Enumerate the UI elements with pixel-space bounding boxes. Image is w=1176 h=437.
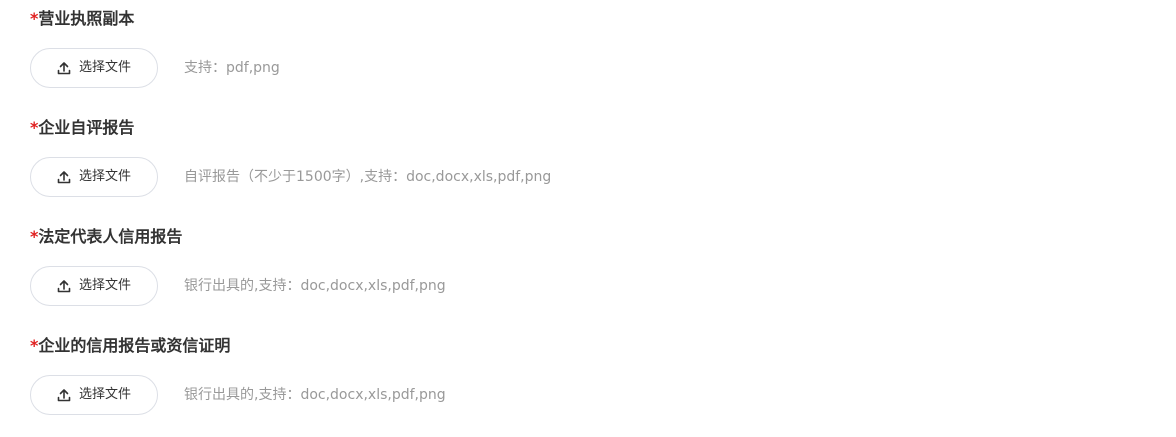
field-label: *营业执照副本	[30, 8, 134, 30]
choose-file-label: 选择文件	[78, 278, 131, 293]
field-label-text: 营业执照副本	[38, 9, 135, 28]
upload-icon	[57, 388, 71, 402]
choose-file-button[interactable]: 选择文件	[30, 375, 158, 415]
field-label-text: 企业的信用报告或资信证明	[38, 336, 231, 355]
upload-icon	[57, 279, 71, 293]
upload-icon	[57, 170, 71, 184]
upload-form: *营业执照副本 选择文件 支持：pdf,png *企业自评报告 选择文件 自评报…	[0, 0, 1176, 433]
choose-file-button[interactable]: 选择文件	[30, 48, 158, 88]
field-label: *法定代表人信用报告	[30, 226, 182, 248]
field-label: *企业自评报告	[30, 117, 134, 139]
upload-icon	[57, 61, 71, 75]
field-legal-rep-credit-report: *法定代表人信用报告 选择文件 银行出具的,支持：doc,docx,xls,pd…	[30, 218, 1130, 328]
field-business-license: *营业执照副本 选择文件 支持：pdf,png	[30, 0, 1130, 110]
file-type-hint: 银行出具的,支持：doc,docx,xls,pdf,png	[184, 278, 446, 294]
field-label: *企业的信用报告或资信证明	[30, 335, 230, 357]
field-label-text: 法定代表人信用报告	[38, 227, 183, 246]
file-type-hint: 银行出具的,支持：doc,docx,xls,pdf,png	[184, 387, 446, 403]
file-type-hint: 支持：pdf,png	[184, 60, 280, 76]
file-type-hint: 自评报告（不少于1500字）,支持：doc,docx,xls,pdf,png	[184, 169, 552, 185]
choose-file-button[interactable]: 选择文件	[30, 266, 158, 306]
field-self-assessment-report: *企业自评报告 选择文件 自评报告（不少于1500字）,支持：doc,docx,…	[30, 109, 1130, 219]
field-company-credit-report: *企业的信用报告或资信证明 选择文件 银行出具的,支持：doc,docx,xls…	[30, 327, 1130, 437]
choose-file-label: 选择文件	[78, 60, 131, 75]
choose-file-label: 选择文件	[78, 169, 131, 184]
choose-file-label: 选择文件	[78, 387, 131, 402]
field-label-text: 企业自评报告	[38, 118, 135, 137]
choose-file-button[interactable]: 选择文件	[30, 157, 158, 197]
